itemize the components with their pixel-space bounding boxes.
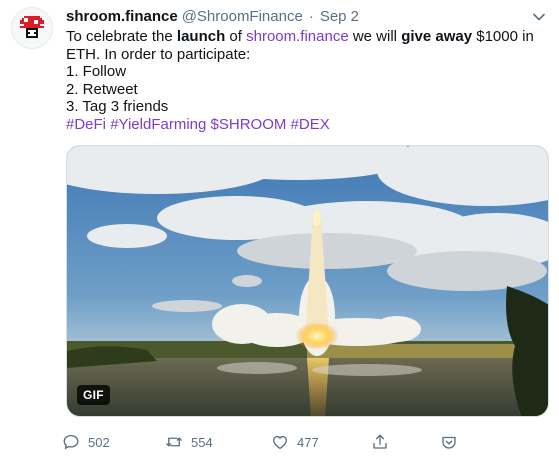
author-handle[interactable]: @ShroomFinance xyxy=(182,8,303,25)
reply-button[interactable]: 502 xyxy=(62,430,110,454)
chevron-down-icon[interactable] xyxy=(532,10,546,24)
text-segment: of xyxy=(225,28,247,45)
cashtag-shroom[interactable]: $SHROOM xyxy=(211,116,287,133)
like-button[interactable]: 477 xyxy=(271,430,319,454)
tweet-card[interactable]: shroom.finance @ShroomFinance · Sep 2 To ce… xyxy=(0,0,559,464)
author-name[interactable]: shroom.finance xyxy=(66,8,178,25)
tweet-actions: 502 554 477 xyxy=(62,430,462,454)
reply-count: 502 xyxy=(88,434,110,450)
avatar[interactable] xyxy=(11,7,53,49)
tweet-header: shroom.finance @ShroomFinance · Sep 2 xyxy=(66,6,359,28)
text-segment: $1000 in xyxy=(472,28,534,45)
step-tag-friends: 3. Tag 3 friends xyxy=(66,98,169,115)
retweet-count: 554 xyxy=(191,434,213,450)
text-line-2: ETH. In order to participate: xyxy=(66,45,251,63)
text-line-1: To celebrate the launch of shroom.financ… xyxy=(66,28,536,46)
hashtag-line: #DeFi #YieldFarming $SHROOM #DEX xyxy=(66,116,536,134)
retweet-icon xyxy=(166,437,182,447)
step-retweet: 2. Retweet xyxy=(66,80,138,98)
share-icon xyxy=(373,434,387,449)
step-follow: 1. Follow xyxy=(66,63,127,80)
text-bold-launch: launch xyxy=(176,28,226,45)
text-segment: To celebrate the xyxy=(66,28,177,45)
share-button[interactable] xyxy=(371,430,389,454)
gif-badge: GIF xyxy=(77,385,110,405)
tweet-media-gif[interactable]: GIF xyxy=(66,145,549,417)
heart-icon xyxy=(272,435,288,450)
separator-dot: · xyxy=(308,8,314,25)
retweet-button[interactable]: 554 xyxy=(165,430,213,454)
like-count: 477 xyxy=(297,434,319,450)
tip-icon xyxy=(442,436,456,449)
text-segment: we will xyxy=(348,28,402,45)
tip-button[interactable] xyxy=(440,430,458,454)
tweet-text: To celebrate the launch of shroom.financ… xyxy=(66,28,536,133)
rocket-launch-image xyxy=(67,146,548,416)
tweet-date[interactable]: Sep 2 xyxy=(320,8,359,25)
shroom-finance-link[interactable]: shroom.finance xyxy=(246,28,349,45)
text-bold-give-away: give away xyxy=(401,28,473,45)
reply-icon xyxy=(63,434,79,450)
mushroom-logo-icon xyxy=(20,16,44,38)
hashtag-yieldfarming[interactable]: #YieldFarming xyxy=(110,116,206,133)
hashtag-defi[interactable]: #DeFi xyxy=(66,116,106,133)
hashtag-dex[interactable]: #DEX xyxy=(291,116,330,133)
